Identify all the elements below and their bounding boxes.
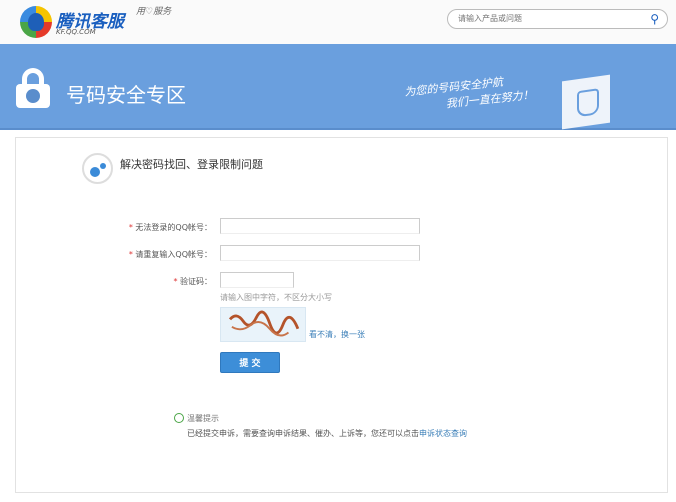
lock-icon [16,68,50,108]
search-box: ⚲ [447,9,668,29]
confirm-account-input[interactable] [220,245,420,261]
captcha-label-text: 验证码： [180,277,212,286]
key-icon [82,153,113,184]
account-label-text: 无法登录的QQ帐号： [135,223,212,232]
required-star: * [173,277,178,286]
captcha-input[interactable] [220,272,294,288]
search-input[interactable] [458,14,638,23]
captcha-hint: 请输入图中字符，不区分大小写 [220,293,332,302]
captcha-image[interactable] [220,307,306,342]
tip-title: 温馨提示 [187,414,219,423]
section-title: 解决密码找回、登录限制问题 [120,158,263,171]
header: 腾讯客服 KF.QQ.COM 用♡服务 ⚲ [0,0,676,44]
refresh-captcha-link[interactable]: 看不清，换一张 [309,329,365,340]
submit-button[interactable]: 提 交 [220,352,280,373]
required-star: * [128,223,133,232]
required-star: * [128,250,133,259]
qq-logo-icon[interactable] [20,6,52,38]
banner-title: 号码安全专区 [66,83,186,107]
account-label: * 无法登录的QQ帐号： [72,222,212,233]
tip-text-body: 已经提交申诉，需要查询申诉结果、催办、上诉等，您还可以点击 [187,429,419,438]
smiley-icon [174,413,184,423]
form-panel [15,137,668,493]
tip-text: 已经提交申诉，需要查询申诉结果、催办、上诉等，您还可以点击申诉状态查询 [187,428,467,439]
search-icon[interactable]: ⚲ [650,12,659,26]
account-input[interactable] [220,218,420,234]
confirm-label-text: 请重复输入QQ帐号： [135,250,212,259]
appeal-status-link[interactable]: 申诉状态查询 [419,429,467,438]
shield-box-icon [562,74,610,130]
confirm-label: * 请重复输入QQ帐号： [72,249,212,260]
logo-slogan: 用♡服务 [136,7,172,17]
captcha-label: * 验证码： [72,276,212,287]
logo-subtitle: KF.QQ.COM [56,28,96,36]
